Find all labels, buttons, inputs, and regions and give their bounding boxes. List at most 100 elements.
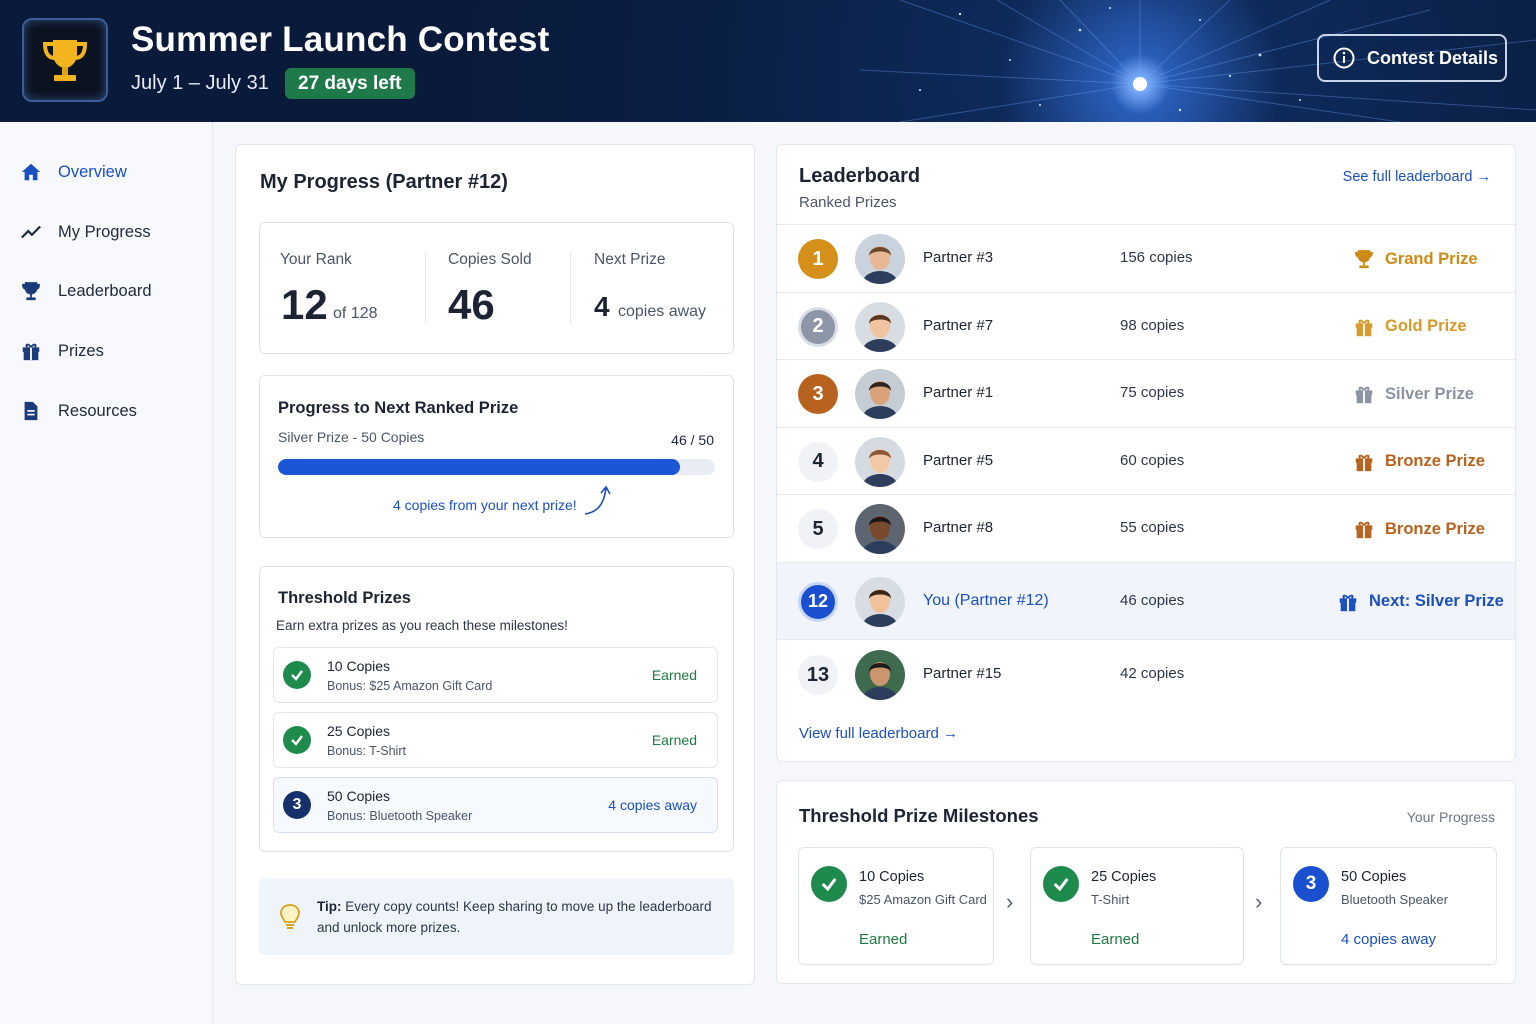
- checkmark-icon: [1043, 866, 1079, 902]
- home-icon: [21, 163, 41, 181]
- milestone-card: 10 Copies $25 Amazon Gift Card Earned: [798, 847, 994, 965]
- checkmark-icon: [283, 661, 311, 689]
- prize-label: Next: Silver Prize: [1337, 591, 1504, 613]
- sidebar-item-label: Resources: [58, 401, 137, 420]
- threshold-prizes-panel: Threshold Prizes Earn extra prizes as yo…: [259, 566, 734, 852]
- leaderboard-row[interactable]: 4 Partner #5 60 copies Bronze Prize: [777, 427, 1515, 494]
- copies-count: 46 copies: [1120, 591, 1185, 609]
- sidebar-item-label: Leaderboard: [58, 281, 152, 300]
- rank-badge: 5: [798, 509, 838, 549]
- prize-label: Bronze Prize: [1353, 518, 1485, 540]
- contest-header: Summer Launch Contest July 1 – July 31 2…: [0, 0, 1536, 122]
- milestone-bonus: $25 Amazon Gift Card: [859, 892, 987, 907]
- milestone-status: Earned: [859, 931, 908, 948]
- contest-title: Summer Launch Contest: [131, 20, 550, 59]
- sidebar-item-leaderboard[interactable]: Leaderboard: [20, 276, 152, 306]
- trophy-icon: [1355, 250, 1373, 269]
- avatar: [855, 369, 905, 419]
- gift-icon: [1355, 521, 1373, 539]
- threshold-bonus: Bonus: $25 Amazon Gift Card: [327, 679, 493, 693]
- rank-badge: 13: [798, 655, 838, 695]
- curved-arrow-icon: [584, 485, 611, 515]
- divider: [425, 251, 426, 323]
- copies-count: 156 copies: [1120, 249, 1193, 266]
- prize-name: Gold Prize: [1385, 317, 1467, 335]
- threshold-name: 10 Copies: [327, 658, 391, 674]
- prize-name: Next: Silver Prize: [1369, 592, 1504, 610]
- threshold-subtitle: Earn extra prizes as you reach these mil…: [276, 618, 568, 633]
- threshold-bonus: Bonus: T-Shirt: [327, 744, 406, 758]
- ranked-progress-subtitle: Silver Prize - 50 Copies: [278, 429, 425, 445]
- copies-count: 98 copies: [1120, 316, 1185, 334]
- prize-label: Grand Prize: [1353, 248, 1478, 270]
- milestone-card: 3 50 Copies Bluetooth Speaker 4 copies a…: [1280, 847, 1497, 965]
- stats-panel: Your Rank 12 of 128 Copies Sold 46 Next …: [259, 222, 734, 354]
- gift-icon: [1339, 594, 1357, 611]
- threshold-item: 3 50 Copies Bonus: Bluetooth Speaker 4 c…: [273, 777, 718, 833]
- see-full-leaderboard-link[interactable]: See full leaderboard →: [1343, 169, 1491, 185]
- trophy-icon: [22, 282, 40, 301]
- partner-name: You (Partner #12): [923, 591, 1049, 609]
- threshold-milestones-card: Threshold Prize Milestones Your Progress…: [776, 780, 1516, 984]
- sidebar-item-overview[interactable]: Overview: [20, 157, 127, 187]
- threshold-bonus: Bonus: Bluetooth Speaker: [327, 809, 473, 823]
- view-full-leaderboard-link[interactable]: View full leaderboard →: [799, 725, 958, 742]
- rank-badge: 3: [798, 374, 838, 414]
- threshold-name: 25 Copies: [327, 723, 391, 739]
- leaderboard-row[interactable]: 2 Partner #7 98 copies Gold Prize: [777, 292, 1515, 359]
- contest-dates: July 1 – July 31: [131, 72, 269, 94]
- info-icon: [1333, 47, 1355, 69]
- leaderboard-row[interactable]: 3 Partner #1 75 copies Silver Prize: [777, 359, 1515, 427]
- next-prize-value: 4: [594, 291, 610, 322]
- sidebar-item-prizes[interactable]: Prizes: [20, 336, 104, 366]
- leaderboard-row[interactable]: 1 Partner #3 156 copies Grand Prize: [777, 224, 1515, 292]
- sidebar-item-my-progress[interactable]: My Progress: [20, 217, 151, 247]
- arrow-right-icon: →: [942, 725, 958, 742]
- leaderboard-row[interactable]: 5 Partner #8 55 copies Bronze Prize: [777, 494, 1515, 562]
- link-label: View full leaderboard: [799, 725, 939, 742]
- days-left-badge: 27 days left: [285, 68, 415, 99]
- prize-name: Bronze Prize: [1385, 519, 1485, 538]
- avatar: [855, 436, 905, 487]
- sidebar-item-resources[interactable]: Resources: [20, 396, 137, 426]
- starburst-decoration: [859, 0, 1536, 122]
- rank-badge: 1: [798, 239, 838, 279]
- sidebar-item-label: Overview: [58, 162, 127, 181]
- leaderboard-row-you[interactable]: 12 You (Partner #12) 46 copies Next: Silver…: [777, 562, 1515, 639]
- contest-details-label: Contest Details: [1367, 47, 1499, 68]
- gift-icon: [1355, 386, 1373, 404]
- gift-icon: [1355, 319, 1373, 336]
- gift-icon: [22, 343, 40, 361]
- my-progress-title: My Progress (Partner #12): [260, 171, 508, 193]
- avatar: [855, 504, 905, 554]
- milestone-card: 25 Copies T-Shirt Earned: [1030, 847, 1244, 965]
- prize-label: Bronze Prize: [1353, 451, 1485, 473]
- avatar: [855, 650, 905, 700]
- ranked-prize-progress: Progress to Next Ranked Prize Silver Pri…: [259, 375, 734, 538]
- contest-details-button[interactable]: Contest Details: [1317, 34, 1507, 82]
- rank-badge: 12: [798, 581, 838, 622]
- milestone-status: 4 copies away: [1341, 931, 1437, 948]
- leaderboard-subtitle: Ranked Prizes: [799, 194, 897, 211]
- milestone-status: Earned: [1091, 931, 1140, 948]
- milestone-name: 50 Copies: [1341, 869, 1407, 885]
- document-icon: [24, 401, 38, 421]
- prize-name: Bronze Prize: [1385, 452, 1485, 470]
- partner-name: Partner #8: [923, 519, 994, 536]
- threshold-item: 10 Copies Bonus: $25 Amazon Gift Card Ea…: [273, 647, 718, 703]
- milestone-number-badge: 3: [1293, 866, 1329, 902]
- threshold-item: 25 Copies Bonus: T-Shirt Earned: [273, 712, 718, 768]
- next-prize-unit: copies away: [618, 303, 707, 320]
- progress-note: 4 copies from your next prize!: [393, 497, 577, 513]
- sidebar-item-label: Prizes: [58, 341, 104, 360]
- checkmark-icon: [283, 726, 311, 754]
- leaderboard-row[interactable]: 13 Partner #15 42 copies: [777, 639, 1515, 709]
- milestones-title: Threshold Prize Milestones: [799, 805, 1039, 826]
- lightbulb-icon: [280, 904, 300, 929]
- trophy-icon: [42, 40, 88, 81]
- milestone-name: 10 Copies: [859, 869, 925, 885]
- arrow-right-icon: →: [1476, 169, 1492, 185]
- prize-name: Grand Prize: [1385, 249, 1478, 268]
- partner-name: Partner #5: [923, 451, 994, 469]
- avatar: [855, 576, 905, 627]
